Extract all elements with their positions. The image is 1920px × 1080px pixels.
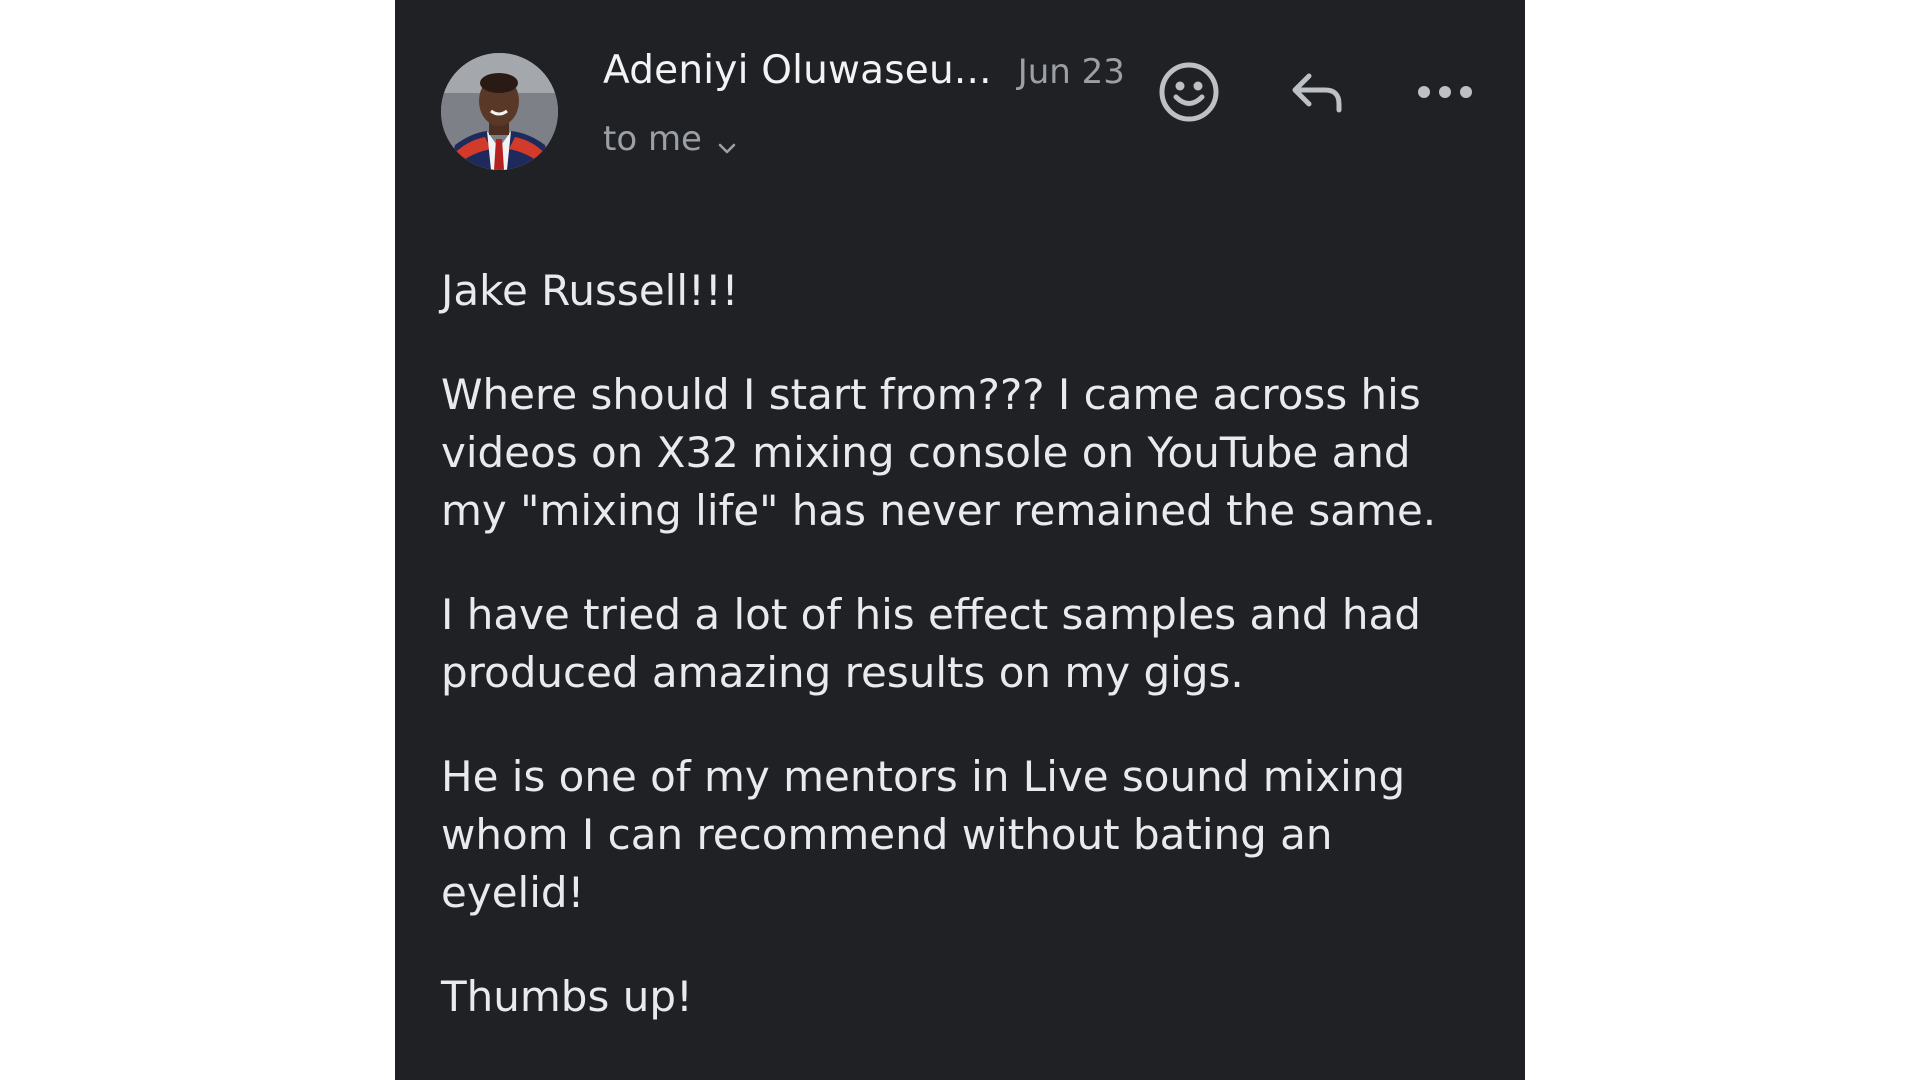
add-reaction-button[interactable]	[1151, 54, 1227, 130]
recipient-details-toggle[interactable]: to me	[603, 119, 1125, 159]
email-date: Jun 23	[1017, 52, 1125, 92]
email-paragraph: He is one of my mentors in Live sound mi…	[441, 752, 1406, 917]
reply-button[interactable]	[1279, 54, 1355, 130]
email-header: Adeniyi Oluwaseu... Jun 23 to me	[441, 48, 1481, 173]
page: Adeniyi Oluwaseu... Jun 23 to me Jake Ru…	[0, 0, 1920, 1080]
email-closing: Thumbs up!	[441, 972, 693, 1021]
smiley-face-icon	[1159, 62, 1219, 122]
email-paragraph: Where should I start from??? I came acro…	[441, 370, 1437, 535]
chevron-down-icon	[716, 128, 738, 154]
email-greeting: Jake Russell!!!	[441, 266, 739, 315]
sender-row: Adeniyi Oluwaseu... Jun 23	[603, 48, 1125, 93]
person-photo-icon	[441, 53, 558, 170]
header-actions	[1151, 54, 1481, 130]
recipient-label: to me	[603, 119, 702, 159]
email-paragraph: I have tried a lot of his effect samples…	[441, 590, 1421, 697]
more-horizontal-icon	[1418, 86, 1472, 98]
reply-arrow-icon	[1292, 73, 1342, 113]
email-body: Jake Russell!!! Where should I start fro…	[441, 262, 1481, 1072]
email-panel: Adeniyi Oluwaseu... Jun 23 to me Jake Ru…	[395, 0, 1525, 1080]
sender-name[interactable]: Adeniyi Oluwaseu...	[603, 48, 992, 93]
more-options-button[interactable]	[1407, 54, 1483, 130]
sender-block: Adeniyi Oluwaseu... Jun 23 to me	[603, 48, 1125, 159]
sender-avatar[interactable]	[441, 53, 558, 170]
